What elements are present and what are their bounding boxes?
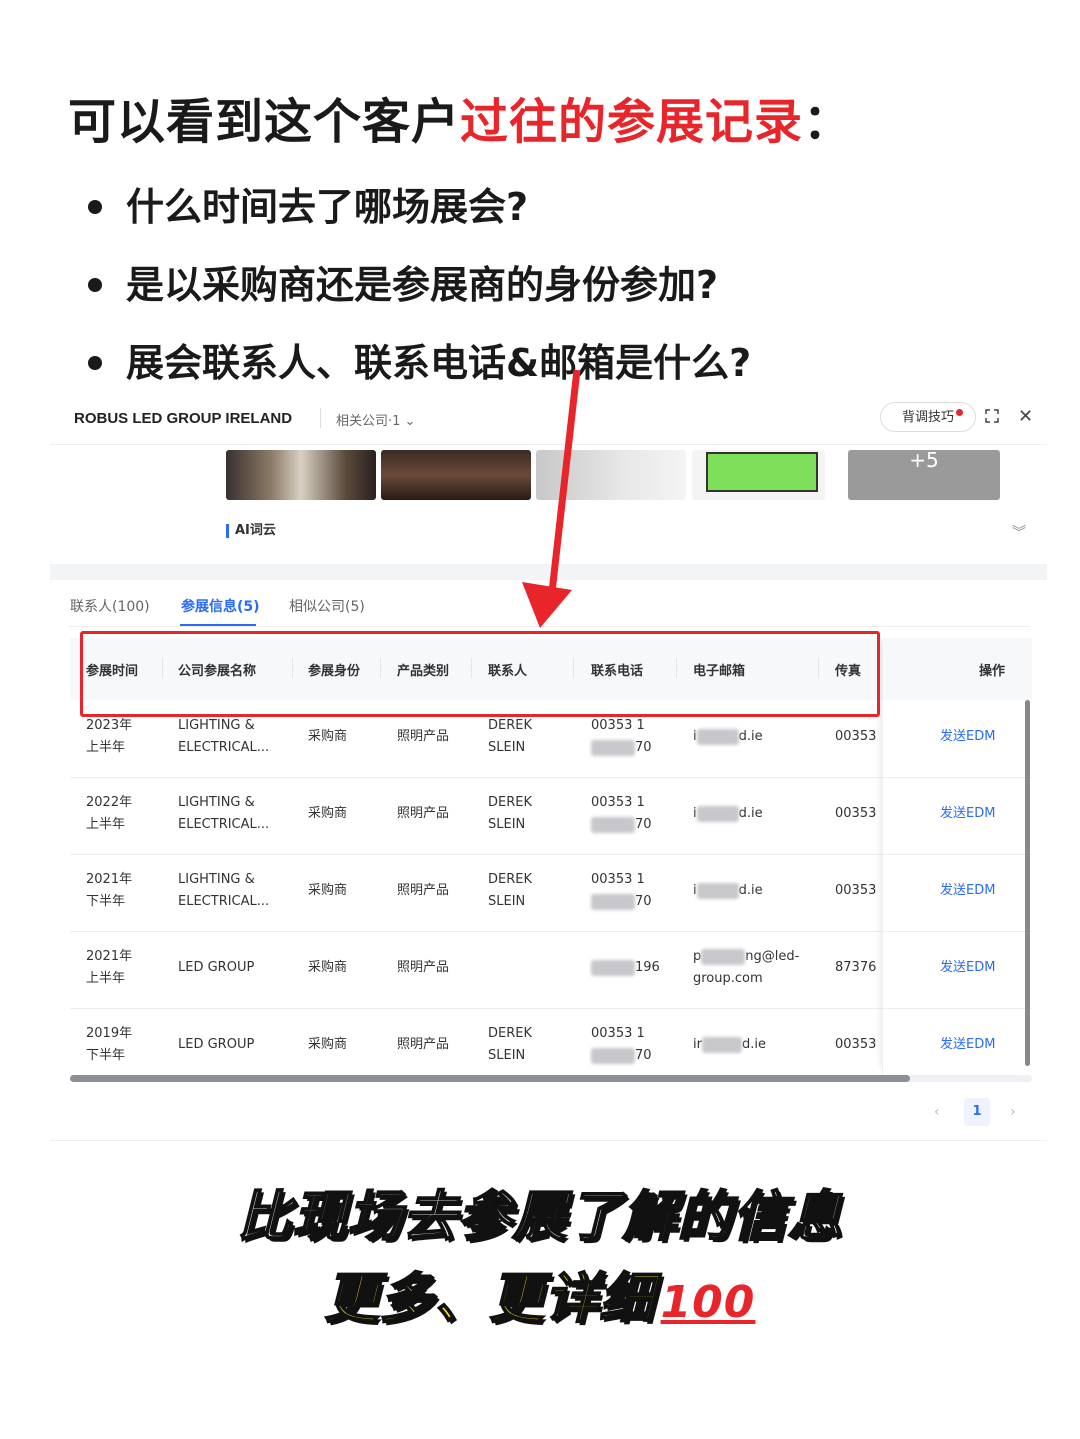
double-chevron-down-icon[interactable]: ︾ bbox=[1012, 522, 1026, 542]
bullet-item: 展会联系人、联系电话&邮箱是什么? bbox=[88, 324, 751, 402]
slogan-line-1: 比现场去参展了解的信息 bbox=[237, 1184, 843, 1249]
ai-word-cloud-heading: AI词云 bbox=[226, 524, 276, 538]
phone-cell: 00353 1 70 bbox=[591, 795, 652, 833]
bullet-text: 什么时间去了哪场展会? bbox=[126, 185, 529, 229]
bullet-list: 什么时间去了哪场展会? 是以采购商还是参展商的身份参加? 展会联系人、联系电话&… bbox=[88, 168, 751, 402]
fullscreen-icon[interactable] bbox=[985, 409, 999, 423]
bullet-text: 展会联系人、联系电话&邮箱是什么? bbox=[126, 341, 752, 385]
category-cell: 照明产品 bbox=[397, 806, 450, 821]
category-cell: 照明产品 bbox=[397, 960, 450, 975]
time-cell: 2022年 上半年 bbox=[86, 795, 133, 832]
section-divider bbox=[50, 564, 1047, 580]
role-cell: 采购商 bbox=[308, 729, 348, 744]
more-images-count: +5 bbox=[909, 450, 939, 472]
slogan-line-2: 更多、更详细 100 bbox=[0, 1254, 1080, 1333]
email-cell: p ng@led-group.com bbox=[693, 948, 800, 986]
page-number[interactable]: 1 bbox=[964, 1098, 990, 1126]
vertical-scrollbar[interactable] bbox=[1025, 700, 1030, 1066]
gallery-more-image[interactable]: +5 bbox=[848, 450, 1000, 500]
phone-cell: 00353 1 70 bbox=[591, 872, 652, 910]
gallery-image[interactable] bbox=[692, 450, 825, 500]
tab-similar-companies[interactable]: 相似公司(5) bbox=[289, 596, 365, 616]
bullet-dot-icon bbox=[88, 356, 102, 370]
time-cell: 2023年 上半年 bbox=[86, 718, 133, 755]
company-name: ROBUS LED GROUP IRELAND bbox=[74, 410, 293, 427]
horizontal-scrollbar[interactable] bbox=[70, 1075, 910, 1082]
notification-dot-icon bbox=[956, 409, 963, 416]
slogan-line-2-text: 更多、更详细 bbox=[324, 1266, 655, 1331]
exhibit-name-cell: LED GROUP bbox=[178, 1037, 255, 1052]
gallery-image[interactable] bbox=[381, 450, 531, 500]
company-detail-panel: ROBUS LED GROUP IRELAND 相关公司·1 ⌄ 背调技巧 ✕ … bbox=[50, 392, 1047, 1142]
research-tips-button[interactable]: 背调技巧 bbox=[880, 402, 976, 432]
fax-cell: 00353 bbox=[835, 806, 877, 821]
email-cell: i d.ie bbox=[693, 728, 763, 745]
tabs-divider bbox=[68, 626, 1030, 627]
role-cell: 采购商 bbox=[308, 806, 348, 821]
headline-highlight: 过往的参展记录 bbox=[460, 94, 804, 150]
category-cell: 照明产品 bbox=[397, 729, 450, 744]
bullet-dot-icon bbox=[88, 278, 102, 292]
active-tab-indicator bbox=[180, 624, 256, 626]
contact-cell: DEREK SLEIN bbox=[488, 872, 532, 909]
related-label: 相关公司·1 bbox=[336, 414, 401, 429]
fax-cell: 87376 bbox=[835, 960, 877, 975]
tab-exhibition-info[interactable]: 参展信息(5) bbox=[181, 596, 260, 616]
exhibit-name-cell: LIGHTING & ELECTRICAL... bbox=[178, 872, 270, 909]
hundred-points-icon: 100 bbox=[660, 1277, 756, 1328]
role-cell: 采购商 bbox=[308, 960, 348, 975]
time-cell: 2019年 下半年 bbox=[86, 1026, 133, 1063]
fax-cell: 00353 bbox=[835, 883, 877, 898]
contact-cell: DEREK SLEIN bbox=[488, 1026, 532, 1063]
email-cell: ir d.ie bbox=[693, 1036, 766, 1053]
fax-cell: 00353 bbox=[835, 729, 877, 744]
phone-cell: 00353 1 70 bbox=[591, 718, 652, 756]
headline-prefix: 可以看到这个客户 bbox=[68, 94, 461, 150]
exhibit-name-cell: LIGHTING & ELECTRICAL... bbox=[178, 795, 270, 832]
prev-page-icon[interactable]: ‹ bbox=[934, 1104, 940, 1120]
divider bbox=[50, 1140, 1047, 1141]
category-cell: 照明产品 bbox=[397, 883, 450, 898]
divider bbox=[320, 408, 321, 428]
fax-cell: 00353 bbox=[835, 1037, 877, 1052]
chevron-down-icon: ⌄ bbox=[404, 414, 416, 429]
tips-label: 背调技巧 bbox=[901, 410, 954, 425]
contact-cell: DEREK SLEIN bbox=[488, 718, 532, 755]
header-highlight-box bbox=[80, 631, 880, 717]
time-cell: 2021年 下半年 bbox=[86, 872, 133, 909]
email-cell: i d.ie bbox=[693, 882, 763, 899]
gallery-image[interactable] bbox=[536, 450, 686, 500]
bullet-dot-icon bbox=[88, 200, 102, 214]
headline-suffix: ： bbox=[803, 94, 853, 150]
bullet-item: 是以采购商还是参展商的身份参加? bbox=[88, 246, 751, 324]
related-companies-dropdown[interactable]: 相关公司·1 ⌄ bbox=[336, 410, 415, 429]
phone-cell: 196 bbox=[591, 957, 660, 979]
bullet-text: 是以采购商还是参展商的身份参加? bbox=[126, 263, 719, 307]
contact-cell: DEREK SLEIN bbox=[488, 795, 532, 832]
time-cell: 2021年 上半年 bbox=[86, 949, 133, 986]
phone-cell: 00353 1 70 bbox=[591, 1026, 652, 1064]
email-cell: i d.ie bbox=[693, 805, 763, 822]
bullet-item: 什么时间去了哪场展会? bbox=[88, 168, 751, 246]
panel-topbar: ROBUS LED GROUP IRELAND 相关公司·1 ⌄ 背调技巧 ✕ bbox=[50, 392, 1047, 445]
role-cell: 采购商 bbox=[308, 1037, 348, 1052]
headline: 可以看到这个客户过往的参展记录： bbox=[68, 82, 852, 152]
exhibit-name-cell: LIGHTING & ELECTRICAL... bbox=[178, 718, 270, 755]
gallery-image[interactable] bbox=[226, 450, 376, 500]
tab-contacts[interactable]: 联系人(100) bbox=[70, 596, 150, 616]
exhibit-name-cell: LED GROUP bbox=[178, 960, 255, 975]
category-cell: 照明产品 bbox=[397, 1037, 450, 1052]
close-icon[interactable]: ✕ bbox=[1018, 406, 1033, 427]
fixed-action-column bbox=[882, 638, 1033, 1074]
next-page-icon[interactable]: › bbox=[1010, 1104, 1016, 1120]
role-cell: 采购商 bbox=[308, 883, 348, 898]
